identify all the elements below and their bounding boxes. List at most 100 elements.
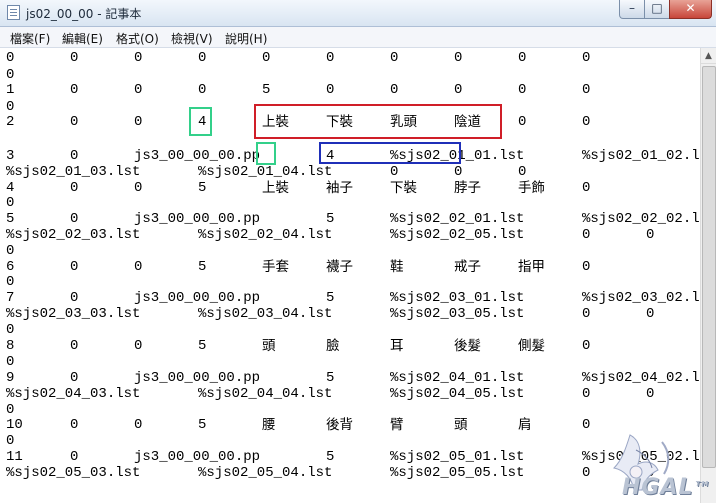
text-token: 手飾 [518,180,545,196]
text-token: %sjs02_04_03.lst [6,386,141,402]
text-token: %sjs02_04_05.lst [390,386,525,402]
text-token: %sjs02_02_02.lst [582,211,700,227]
text-token: 0 [70,338,79,354]
text-token: 2 [6,114,15,130]
text-token: 0 [6,433,15,449]
text-token: 0 [646,227,655,243]
text-token: 耳 [390,338,404,354]
text-token: 5 [262,82,271,98]
text-token: %sjs02_03_04.lst [198,306,333,322]
annotation-green-box [256,142,276,165]
text-token: 0 [70,259,79,275]
text-token: js3_00_00_00.pp [134,370,261,386]
text-token: 0 [390,82,399,98]
text-token: 袖子 [326,180,353,196]
text-token: 0 [70,50,79,66]
text-token: 0 [646,306,655,322]
text-token: 5 [198,338,207,354]
text-token: 0 [390,50,399,66]
text-token: 4 [6,180,15,196]
text-token: 5 [198,180,207,196]
text-token: %sjs02_05_03.lst [6,465,141,481]
text-token: 0 [582,465,591,481]
menu-file[interactable]: 檔案(F) [10,30,50,47]
minimize-button[interactable]: – [619,0,645,19]
text-token: 臂 [390,417,404,433]
close-icon: ✕ [685,1,696,15]
text-token: 0 [518,50,527,66]
text-token: %sjs02_05_05.lst [390,465,525,481]
text-token: 0 [134,82,143,98]
menu-help[interactable]: 說明(H) [225,30,267,47]
text-token: %sjs02_03_02.lst [582,290,700,306]
text-token: 0 [582,417,591,433]
text-token: 0 [70,417,79,433]
scroll-thumb[interactable] [702,66,716,468]
text-token: 5 [326,449,335,465]
text-token: 0 [582,227,591,243]
text-token: js3_00_00_00.pp [134,148,261,164]
maximize-button[interactable]: □ [644,0,670,19]
text-token: %sjs02_05_01.lst [390,449,525,465]
text-token: 0 [582,306,591,322]
text-token: 5 [198,417,207,433]
text-token: 0 [582,114,591,130]
text-token: 0 [198,82,207,98]
text-token: 1 [6,82,15,98]
text-token: 0 [198,50,207,66]
text-token: 頭 [262,338,276,354]
text-token: 腰 [262,417,276,433]
text-token: %sjs02_04_02.lst [582,370,700,386]
text-token: 0 [6,50,15,66]
text-token: 0 [134,417,143,433]
text-token: 0 [70,211,79,227]
menu-view[interactable]: 檢視(V) [171,30,213,47]
text-token: 0 [454,50,463,66]
text-token: 0 [326,82,335,98]
text-token: 0 [134,50,143,66]
text-token: 肩 [518,417,532,433]
text-token: 0 [6,67,15,83]
text-token: %sjs02_02_03.lst [6,227,141,243]
text-token: 0 [134,259,143,275]
maximize-icon: □ [651,1,663,15]
text-token: 0 [518,114,527,130]
text-token: 5 [326,211,335,227]
annotation-red-box [254,104,502,139]
text-token: 0 [518,164,527,180]
menu-format[interactable]: 格式(O) [116,30,159,47]
text-token: %sjs02_02_04.lst [198,227,333,243]
text-token: 0 [70,114,79,130]
menu-bar: 檔案(F) 編輯(E) 格式(O) 檢視(V) 說明(H) [0,27,716,48]
text-token: 0 [454,164,463,180]
text-token: 0 [262,50,271,66]
text-token: 0 [6,354,15,370]
text-token: 7 [6,290,15,306]
annotation-blue-box [319,142,461,164]
text-token: 0 [326,50,335,66]
text-token: %sjs02_03_01.lst [390,290,525,306]
text-token: %sjs02_01_02.lst [582,148,700,164]
text-token: 鞋 [390,259,404,275]
text-token: js3_00_00_00.pp [134,290,261,306]
text-token: 0 [70,82,79,98]
text-token: 0 [134,180,143,196]
text-token: 手套 [262,259,289,275]
title-bar: js02_00_00 - 記事本 – □ ✕ [0,0,716,27]
text-token: %sjs02_02_01.lst [390,211,525,227]
scroll-up-arrow-icon[interactable]: ▲ [701,48,716,64]
text-token: js3_00_00_00.pp [134,211,261,227]
text-token: %sjs02_04_04.lst [198,386,333,402]
minimize-icon: – [629,1,635,15]
text-token: 3 [6,148,15,164]
text-token: %sjs02_03_05.lst [390,306,525,322]
text-token: 0 [518,82,527,98]
notepad-icon [7,5,20,20]
menu-edit[interactable]: 編輯(E) [62,30,103,47]
text-token: 0 [582,259,591,275]
text-token: 0 [70,449,79,465]
text-token: 0 [6,99,15,115]
text-token: 0 [6,402,15,418]
text-token: 側髮 [518,338,545,354]
close-button[interactable]: ✕ [669,0,712,19]
